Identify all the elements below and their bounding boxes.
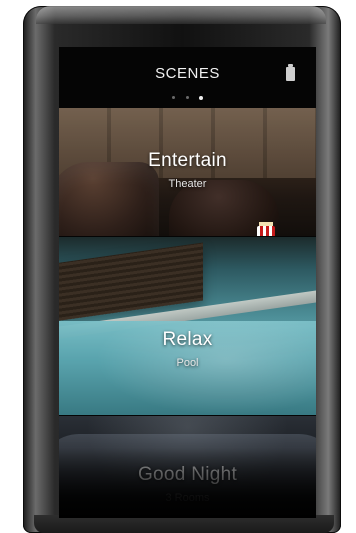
scene-label-good-night: Good Night 3 Rooms — [59, 464, 316, 504]
page-title: SCENES — [155, 65, 220, 82]
scene-card-entertain[interactable]: Entertain Theater — [59, 108, 316, 236]
scene-subtitle: 3 Rooms — [165, 492, 210, 504]
scene-subtitle: Pool — [176, 357, 199, 369]
scene-subtitle: Theater — [168, 178, 207, 190]
header: SCENES — [59, 47, 316, 107]
page-dot-1[interactable] — [172, 96, 176, 100]
page-dot-2[interactable] — [185, 96, 189, 100]
scene-title: Entertain — [148, 150, 227, 171]
scene-title: Good Night — [137, 464, 238, 485]
popcorn-icon — [257, 226, 275, 236]
scene-title: Relax — [162, 329, 213, 350]
page-indicator — [59, 89, 316, 100]
battery-icon — [286, 64, 295, 81]
scene-card-relax[interactable]: Relax Pool — [59, 237, 316, 415]
scene-label-entertain: Entertain Theater — [59, 150, 316, 190]
page-dot-3[interactable] — [198, 95, 203, 100]
scene-label-relax: Relax Pool — [59, 329, 316, 369]
device-top-cap — [36, 6, 326, 24]
screen: SCENES Entertain Theater Relax Pool Good… — [59, 47, 316, 518]
scene-card-good-night[interactable]: Good Night 3 Rooms — [59, 416, 316, 518]
